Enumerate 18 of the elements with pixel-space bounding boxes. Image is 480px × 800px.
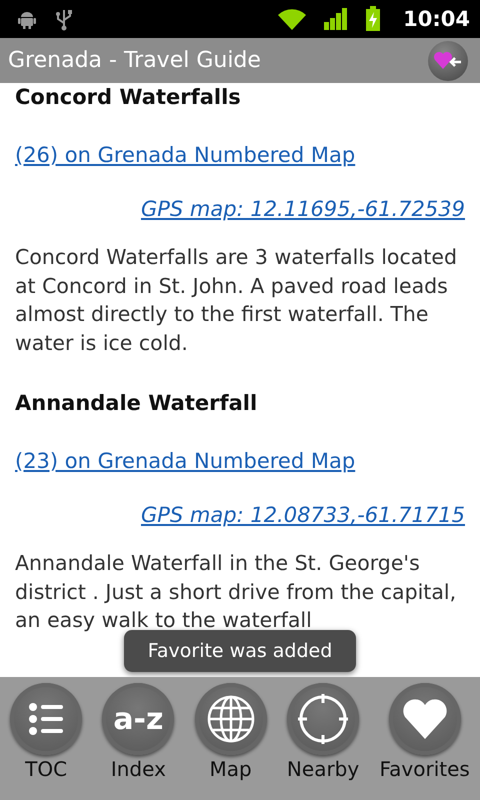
signal-icon [323, 7, 350, 31]
map-link[interactable]: (26) on Grenada Numbered Map [15, 143, 356, 167]
crosshair-icon [296, 692, 350, 746]
wifi-icon [277, 7, 308, 31]
heart-icon [400, 697, 449, 741]
add-favorite-button[interactable] [428, 40, 468, 80]
gps-link[interactable]: GPS map: 12.11695,-61.72539 [140, 197, 465, 221]
app-title: Grenada - Travel Guide [8, 48, 262, 73]
section-heading: Annandale Waterfall [15, 391, 258, 415]
map-link[interactable]: (23) on Grenada Numbered Map [15, 449, 356, 473]
status-time: 10:04 [403, 7, 470, 31]
description-text: Concord Waterfalls are 3 waterfalls located at Concord in St. John. A paved road leads almost directly to the first waterfall. The water is ice cold. [15, 244, 458, 356]
gps-link[interactable]: GPS map: 12.08733,-61.71715 [140, 503, 465, 527]
usb-icon [54, 7, 74, 31]
battery-icon [365, 6, 382, 32]
toast-message: Favorite was added [124, 630, 356, 672]
index-icon-text: a-z [113, 702, 164, 736]
section-heading: Concord Waterfalls [15, 85, 242, 109]
